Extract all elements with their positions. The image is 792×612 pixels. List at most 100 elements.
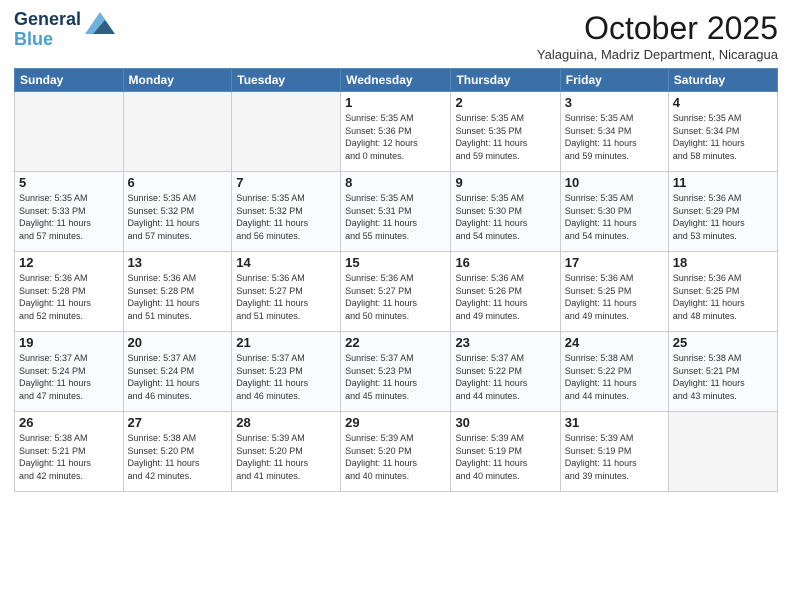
title-block: October 2025 Yalaguina, Madriz Departmen… <box>537 10 778 62</box>
day-info: Sunrise: 5:36 AM Sunset: 5:27 PM Dayligh… <box>236 272 336 322</box>
day-info: Sunrise: 5:35 AM Sunset: 5:31 PM Dayligh… <box>345 192 446 242</box>
calendar-cell: 30Sunrise: 5:39 AM Sunset: 5:19 PM Dayli… <box>451 412 560 492</box>
calendar-week-row: 19 Sunrise: 5:37 AM Sunset: 5:24 PM Dayli… <box>15 332 778 412</box>
day-number: 13 <box>128 255 228 270</box>
calendar-cell: 9 Sunrise: 5:35 AM Sunset: 5:30 PM Daylig… <box>451 172 560 252</box>
day-info: Sunrise: 5:36 AM Sunset: 5:28 PM Dayligh… <box>128 272 228 322</box>
calendar-cell: 23 Sunrise: 5:37 AM Sunset: 5:22 PM Dayli… <box>451 332 560 412</box>
calendar-cell: 4 Sunrise: 5:35 AM Sunset: 5:34 PM Daylig… <box>668 92 777 172</box>
day-info: Sunrise: 5:35 AM Sunset: 5:32 PM Dayligh… <box>128 192 228 242</box>
calendar-cell <box>123 92 232 172</box>
day-info: Sunrise: 5:36 AM Sunset: 5:26 PM Dayligh… <box>455 272 555 322</box>
calendar-week-row: 5Sunrise: 5:35 AM Sunset: 5:33 PM Daylig… <box>15 172 778 252</box>
month-title: October 2025 <box>537 10 778 47</box>
calendar-cell: 14 Sunrise: 5:36 AM Sunset: 5:27 PM Dayli… <box>232 252 341 332</box>
day-number: 31 <box>565 415 664 430</box>
calendar-cell <box>15 92 124 172</box>
calendar-week-row: 12Sunrise: 5:36 AM Sunset: 5:28 PM Dayli… <box>15 252 778 332</box>
calendar-cell <box>668 412 777 492</box>
subtitle: Yalaguina, Madriz Department, Nicaragua <box>537 47 778 62</box>
calendar-cell: 17Sunrise: 5:36 AM Sunset: 5:25 PM Dayli… <box>560 252 668 332</box>
calendar-week-row: 26Sunrise: 5:38 AM Sunset: 5:21 PM Dayli… <box>15 412 778 492</box>
day-number: 5 <box>19 175 119 190</box>
day-info: Sunrise: 5:37 AM Sunset: 5:22 PM Dayligh… <box>455 352 555 402</box>
day-number: 10 <box>565 175 664 190</box>
day-number: 21 <box>236 335 336 350</box>
day-number: 18 <box>673 255 773 270</box>
day-info: Sunrise: 5:35 AM Sunset: 5:34 PM Dayligh… <box>673 112 773 162</box>
calendar-week-row: 1Sunrise: 5:35 AM Sunset: 5:36 PM Daylig… <box>15 92 778 172</box>
day-header-monday: Monday <box>123 69 232 92</box>
calendar-cell: 7Sunrise: 5:35 AM Sunset: 5:32 PM Daylig… <box>232 172 341 252</box>
calendar-cell: 26Sunrise: 5:38 AM Sunset: 5:21 PM Dayli… <box>15 412 124 492</box>
calendar-cell: 31 Sunrise: 5:39 AM Sunset: 5:19 PM Dayli… <box>560 412 668 492</box>
day-number: 29 <box>345 415 446 430</box>
calendar-table: SundayMondayTuesdayWednesdayThursdayFrid… <box>14 68 778 492</box>
day-number: 15 <box>345 255 446 270</box>
logo-blue: Blue <box>14 29 53 49</box>
day-number: 4 <box>673 95 773 110</box>
day-info: Sunrise: 5:38 AM Sunset: 5:20 PM Dayligh… <box>128 432 228 482</box>
logo-icon <box>85 12 115 34</box>
calendar-cell: 2Sunrise: 5:35 AM Sunset: 5:35 PM Daylig… <box>451 92 560 172</box>
calendar-cell: 1Sunrise: 5:35 AM Sunset: 5:36 PM Daylig… <box>341 92 451 172</box>
calendar-cell: 5Sunrise: 5:35 AM Sunset: 5:33 PM Daylig… <box>15 172 124 252</box>
day-number: 19 <box>19 335 119 350</box>
day-info: Sunrise: 5:38 AM Sunset: 5:22 PM Dayligh… <box>565 352 664 402</box>
day-number: 16 <box>455 255 555 270</box>
day-info: Sunrise: 5:36 AM Sunset: 5:27 PM Dayligh… <box>345 272 446 322</box>
day-number: 14 <box>236 255 336 270</box>
calendar-cell: 18 Sunrise: 5:36 AM Sunset: 5:25 PM Dayli… <box>668 252 777 332</box>
day-number: 8 <box>345 175 446 190</box>
calendar-cell: 15 Sunrise: 5:36 AM Sunset: 5:27 PM Dayli… <box>341 252 451 332</box>
day-info: Sunrise: 5:38 AM Sunset: 5:21 PM Dayligh… <box>673 352 773 402</box>
day-info: Sunrise: 5:35 AM Sunset: 5:32 PM Dayligh… <box>236 192 336 242</box>
day-info: Sunrise: 5:37 AM Sunset: 5:24 PM Dayligh… <box>19 352 119 402</box>
calendar-cell: 20Sunrise: 5:37 AM Sunset: 5:24 PM Dayli… <box>123 332 232 412</box>
day-info: Sunrise: 5:35 AM Sunset: 5:35 PM Dayligh… <box>455 112 555 162</box>
day-info: Sunrise: 5:37 AM Sunset: 5:23 PM Dayligh… <box>345 352 446 402</box>
day-info: Sunrise: 5:36 AM Sunset: 5:25 PM Dayligh… <box>565 272 664 322</box>
day-info: Sunrise: 5:39 AM Sunset: 5:19 PM Dayligh… <box>565 432 664 482</box>
day-info: Sunrise: 5:39 AM Sunset: 5:20 PM Dayligh… <box>345 432 446 482</box>
day-info: Sunrise: 5:35 AM Sunset: 5:36 PM Dayligh… <box>345 112 446 162</box>
day-info: Sunrise: 5:37 AM Sunset: 5:23 PM Dayligh… <box>236 352 336 402</box>
day-info: Sunrise: 5:36 AM Sunset: 5:28 PM Dayligh… <box>19 272 119 322</box>
day-info: Sunrise: 5:38 AM Sunset: 5:21 PM Dayligh… <box>19 432 119 482</box>
day-header-saturday: Saturday <box>668 69 777 92</box>
day-info: Sunrise: 5:39 AM Sunset: 5:20 PM Dayligh… <box>236 432 336 482</box>
calendar-cell: 11Sunrise: 5:36 AM Sunset: 5:29 PM Dayli… <box>668 172 777 252</box>
calendar-cell: 24Sunrise: 5:38 AM Sunset: 5:22 PM Dayli… <box>560 332 668 412</box>
day-header-sunday: Sunday <box>15 69 124 92</box>
day-info: Sunrise: 5:35 AM Sunset: 5:30 PM Dayligh… <box>565 192 664 242</box>
day-header-friday: Friday <box>560 69 668 92</box>
day-number: 20 <box>128 335 228 350</box>
day-info: Sunrise: 5:36 AM Sunset: 5:29 PM Dayligh… <box>673 192 773 242</box>
calendar-cell: 3Sunrise: 5:35 AM Sunset: 5:34 PM Daylig… <box>560 92 668 172</box>
page: General Blue October 2025 Yalaguina, Mad… <box>0 0 792 612</box>
day-number: 30 <box>455 415 555 430</box>
calendar-cell: 28 Sunrise: 5:39 AM Sunset: 5:20 PM Dayli… <box>232 412 341 492</box>
calendar-cell: 8 Sunrise: 5:35 AM Sunset: 5:31 PM Daylig… <box>341 172 451 252</box>
day-header-thursday: Thursday <box>451 69 560 92</box>
calendar-cell: 21 Sunrise: 5:37 AM Sunset: 5:23 PM Dayli… <box>232 332 341 412</box>
calendar-cell: 19 Sunrise: 5:37 AM Sunset: 5:24 PM Dayli… <box>15 332 124 412</box>
calendar-cell: 29 Sunrise: 5:39 AM Sunset: 5:20 PM Dayli… <box>341 412 451 492</box>
day-number: 28 <box>236 415 336 430</box>
calendar-cell: 22 Sunrise: 5:37 AM Sunset: 5:23 PM Dayli… <box>341 332 451 412</box>
day-header-wednesday: Wednesday <box>341 69 451 92</box>
day-info: Sunrise: 5:36 AM Sunset: 5:25 PM Dayligh… <box>673 272 773 322</box>
day-header-tuesday: Tuesday <box>232 69 341 92</box>
day-number: 3 <box>565 95 664 110</box>
day-info: Sunrise: 5:35 AM Sunset: 5:30 PM Dayligh… <box>455 192 555 242</box>
day-number: 9 <box>455 175 555 190</box>
calendar-cell: 25Sunrise: 5:38 AM Sunset: 5:21 PM Dayli… <box>668 332 777 412</box>
calendar-cell: 6 Sunrise: 5:35 AM Sunset: 5:32 PM Daylig… <box>123 172 232 252</box>
day-number: 27 <box>128 415 228 430</box>
header: General Blue October 2025 Yalaguina, Mad… <box>14 10 778 62</box>
day-number: 22 <box>345 335 446 350</box>
calendar-cell: 16 Sunrise: 5:36 AM Sunset: 5:26 PM Dayli… <box>451 252 560 332</box>
calendar-cell: 27 Sunrise: 5:38 AM Sunset: 5:20 PM Dayli… <box>123 412 232 492</box>
day-number: 6 <box>128 175 228 190</box>
day-number: 23 <box>455 335 555 350</box>
